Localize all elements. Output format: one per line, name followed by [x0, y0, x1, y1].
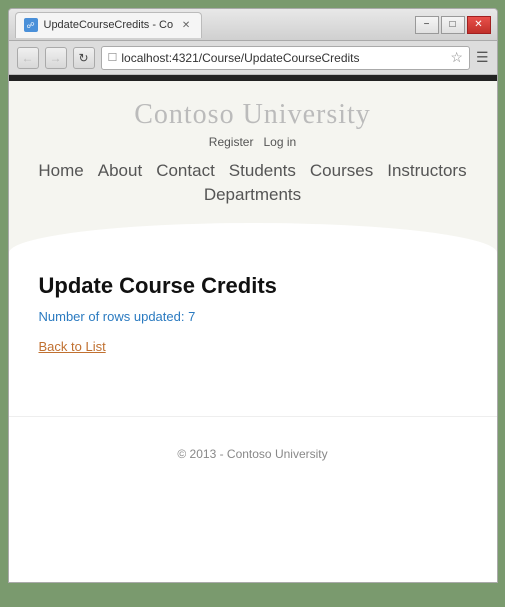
browser-body: Contoso University Register Log in Home … [9, 75, 497, 582]
site-header: Contoso University Register Log in Home … [9, 81, 497, 223]
auth-links: Register Log in [9, 135, 497, 149]
back-button[interactable]: ← [17, 47, 39, 69]
forward-button[interactable]: → [45, 47, 67, 69]
nav-home[interactable]: Home [38, 161, 83, 181]
browser-tab[interactable]: ☍ UpdateCourseCredits - Co ✕ [15, 12, 203, 38]
bookmark-icon[interactable]: ☆ [450, 49, 463, 66]
rows-updated-text: Number of rows updated: 7 [39, 309, 467, 324]
site-footer: © 2013 - Contoso University [9, 416, 497, 471]
browser-menu-icon[interactable]: ☰ [476, 49, 489, 66]
url-bar[interactable]: ☐ localhost:4321/Course/UpdateCourseCred… [101, 46, 470, 70]
nav-departments[interactable]: Departments [204, 185, 301, 205]
browser-window: ☍ UpdateCourseCredits - Co ✕ − □ ✕ ← → ↻… [8, 8, 498, 583]
nav-about[interactable]: About [98, 161, 142, 181]
site-title: Contoso University [9, 99, 497, 131]
url-lock-icon: ☐ [108, 51, 118, 64]
close-button[interactable]: ✕ [467, 16, 491, 34]
nav-instructors[interactable]: Instructors [387, 161, 466, 181]
title-bar: ☍ UpdateCourseCredits - Co ✕ − □ ✕ [9, 9, 497, 41]
address-bar: ← → ↻ ☐ localhost:4321/Course/UpdateCour… [9, 41, 497, 75]
header-curve [9, 223, 497, 253]
tab-close-button[interactable]: ✕ [179, 18, 193, 32]
tab-favicon: ☍ [24, 18, 38, 32]
register-link[interactable]: Register [209, 135, 254, 149]
nav-menu: Home About Contact Students Courses Inst… [9, 157, 497, 209]
maximize-button[interactable]: □ [441, 16, 465, 34]
nav-courses[interactable]: Courses [310, 161, 373, 181]
back-to-list-link[interactable]: Back to List [39, 339, 106, 354]
nav-students[interactable]: Students [229, 161, 296, 181]
login-link[interactable]: Log in [264, 135, 297, 149]
minimize-button[interactable]: − [415, 16, 439, 34]
page-heading: Update Course Credits [39, 273, 467, 299]
main-content: Update Course Credits Number of rows upd… [9, 253, 497, 376]
window-controls: − □ ✕ [415, 16, 491, 34]
url-text: localhost:4321/Course/UpdateCourseCredit… [121, 51, 359, 65]
footer-text: © 2013 - Contoso University [177, 447, 327, 461]
nav-contact[interactable]: Contact [156, 161, 215, 181]
tab-title: UpdateCourseCredits - Co [44, 19, 174, 31]
refresh-button[interactable]: ↻ [73, 47, 95, 69]
